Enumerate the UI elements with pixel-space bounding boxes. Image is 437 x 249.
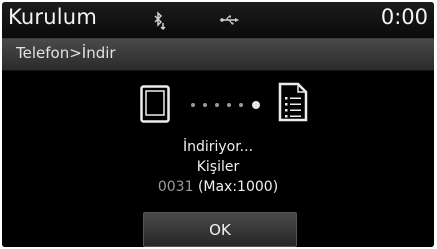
download-item-text: Kişiler (196, 159, 240, 175)
progress-dot (227, 103, 231, 107)
breadcrumb-bar: Telefon>İndir (2, 39, 434, 71)
head-unit-screen: Kurulum 0:00 Telefon>İndir İndiriyor... … (2, 2, 434, 247)
progress-dot (191, 103, 195, 107)
download-count-max: (Max:1000) (197, 179, 279, 195)
download-dialog: İndiriyor... Kişiler 0031 (Max:1000) OK (2, 71, 434, 247)
download-count: 0031 (Max:1000) (2, 179, 434, 195)
progress-dots-icon (191, 101, 260, 109)
screen-title: Kurulum (8, 5, 97, 29)
progress-dot (215, 103, 219, 107)
usb-icon (220, 15, 239, 25)
document-icon (278, 82, 308, 122)
progress-dot (203, 103, 207, 107)
download-count-current: 0031 (157, 179, 194, 195)
download-status-text: İndiriyor... (182, 139, 254, 155)
status-bar: Kurulum 0:00 (2, 2, 434, 39)
ok-button[interactable]: OK (143, 212, 297, 247)
progress-dot (239, 103, 243, 107)
progress-dot-active (252, 101, 260, 109)
clock: 0:00 (380, 5, 428, 29)
breadcrumb: Telefon>İndir (16, 44, 116, 62)
phone-icon (140, 85, 170, 123)
bluetooth-download-icon (154, 11, 166, 31)
